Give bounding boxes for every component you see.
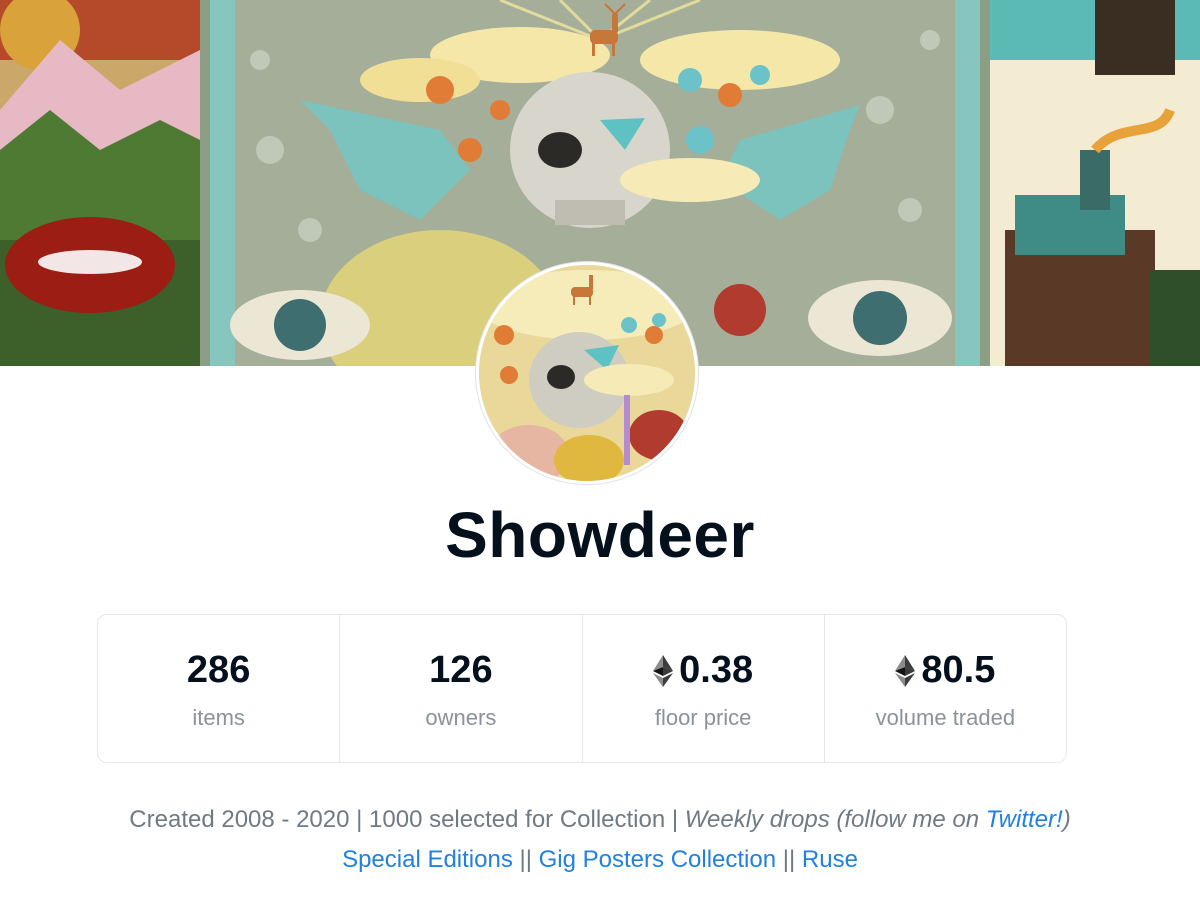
collection-description: Created 2008 - 2020 | 1000 selected for … (0, 800, 1200, 880)
description-line-1: Created 2008 - 2020 | 1000 selected for … (129, 806, 1071, 833)
collection-stats: 286 items 126 owners 0.38 floor price 80… (97, 614, 1067, 763)
description-line-2: Special Editions || Gig Posters Collecti… (342, 846, 858, 873)
stat-floor-price-label: floor price (654, 704, 752, 730)
twitter-link[interactable]: Twitter! (986, 806, 1063, 833)
description-italic: Weekly drops (follow me on Twitter!) (684, 806, 1071, 833)
stat-items[interactable]: 286 items (98, 615, 341, 762)
gig-posters-collection-link[interactable]: Gig Posters Collection (539, 846, 776, 873)
stat-items-value: 286 (186, 649, 251, 691)
ruse-link[interactable]: Ruse (802, 846, 858, 873)
stat-volume-traded-label: volume traded (875, 704, 1016, 730)
ethereum-icon (895, 654, 916, 687)
special-editions-link[interactable]: Special Editions (342, 846, 513, 873)
stat-volume-traded-value: 80.5 (895, 647, 995, 695)
stat-volume-traded[interactable]: 80.5 volume traded (825, 615, 1066, 762)
stat-items-label: items (192, 704, 245, 730)
ethereum-icon (653, 654, 674, 687)
collection-title: Showdeer (445, 499, 755, 571)
collection-avatar (476, 262, 698, 484)
stat-owners[interactable]: 126 owners (340, 615, 583, 762)
stat-floor-price[interactable]: 0.38 floor price (583, 615, 825, 762)
stat-owners-value: 126 (429, 649, 493, 691)
stat-owners-label: owners (425, 704, 497, 730)
stat-floor-price-value: 0.38 (653, 647, 753, 695)
